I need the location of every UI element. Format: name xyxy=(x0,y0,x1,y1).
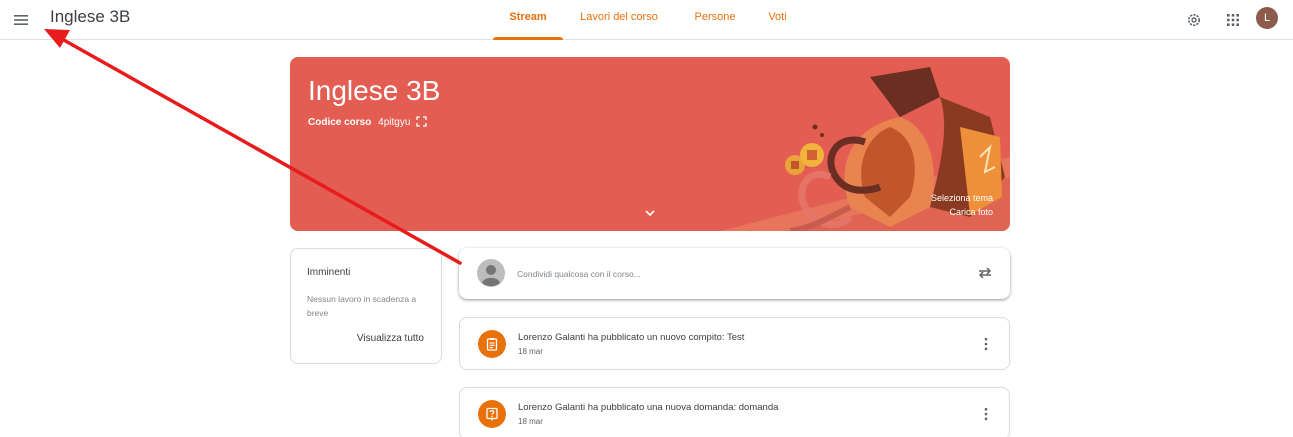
post-date: 18 mar xyxy=(518,347,543,356)
upcoming-title: Imminenti xyxy=(307,267,351,278)
class-settings-button[interactable] xyxy=(1182,8,1206,32)
course-code-label: Codice corso xyxy=(308,117,372,128)
post-title[interactable]: Lorenzo Galanti ha pubblicato un nuovo c… xyxy=(518,332,744,343)
post-icon-badge xyxy=(478,330,506,358)
assignment-icon xyxy=(486,338,498,351)
google-apps-button[interactable] xyxy=(1221,8,1245,32)
post-title[interactable]: Lorenzo Galanti ha pubblicato una nuova … xyxy=(518,402,778,413)
course-code-value: 4pitgyu xyxy=(378,117,411,128)
banner-course-title: Inglese 3B xyxy=(308,75,441,106)
share-placeholder: Condividi qualcosa con il corso... xyxy=(517,269,641,279)
menu-icon xyxy=(14,15,28,25)
question-icon xyxy=(486,407,498,421)
tab-people[interactable]: Persone xyxy=(675,0,755,40)
upcoming-empty-text: Nessun lavoro in scadenza a breve xyxy=(307,294,417,318)
gear-icon xyxy=(1188,14,1200,26)
post-icon-badge xyxy=(478,400,506,428)
select-theme-link[interactable]: Seleziona tema xyxy=(931,193,993,203)
class-tabs: Stream Lavori del corso Persone Voti xyxy=(493,0,800,40)
stream-post-question[interactable]: Lorenzo Galanti ha pubblicato una nuova … xyxy=(459,387,1010,437)
post-options-button[interactable] xyxy=(981,335,991,353)
more-vert-icon xyxy=(984,407,988,421)
more-vert-icon xyxy=(984,337,988,351)
tab-stream[interactable]: Stream xyxy=(493,0,563,40)
user-avatar-icon xyxy=(477,259,505,287)
account-avatar[interactable]: L xyxy=(1256,7,1278,29)
apps-grid-icon xyxy=(1227,14,1239,26)
course-code: Codice corso 4pitgyu xyxy=(308,116,427,128)
tab-classwork[interactable]: Lavori del corso xyxy=(563,0,675,40)
main-menu-button[interactable] xyxy=(7,6,35,34)
post-options-button[interactable] xyxy=(981,405,991,423)
upcoming-card: Imminenti Nessun lavoro in scadenza a br… xyxy=(290,248,442,364)
class-title[interactable]: Inglese 3B xyxy=(50,7,130,27)
post-date: 18 mar xyxy=(518,417,543,426)
upload-photo-link[interactable]: Carica foto xyxy=(949,207,993,217)
chevron-down-icon[interactable] xyxy=(644,207,656,219)
class-banner: Inglese 3B Codice corso 4pitgyu Selezion… xyxy=(290,57,1010,231)
tab-grades[interactable]: Voti xyxy=(755,0,800,40)
share-with-class-box[interactable]: Condividi qualcosa con il corso... xyxy=(459,248,1010,299)
stream-post-assignment[interactable]: Lorenzo Galanti ha pubblicato un nuovo c… xyxy=(459,317,1010,370)
view-all-link[interactable]: Visualizza tutto xyxy=(357,333,424,344)
top-app-bar: Inglese 3B Stream Lavori del corso Perso… xyxy=(0,0,1293,40)
fullscreen-icon[interactable] xyxy=(416,116,427,127)
repost-icon[interactable] xyxy=(976,264,994,282)
